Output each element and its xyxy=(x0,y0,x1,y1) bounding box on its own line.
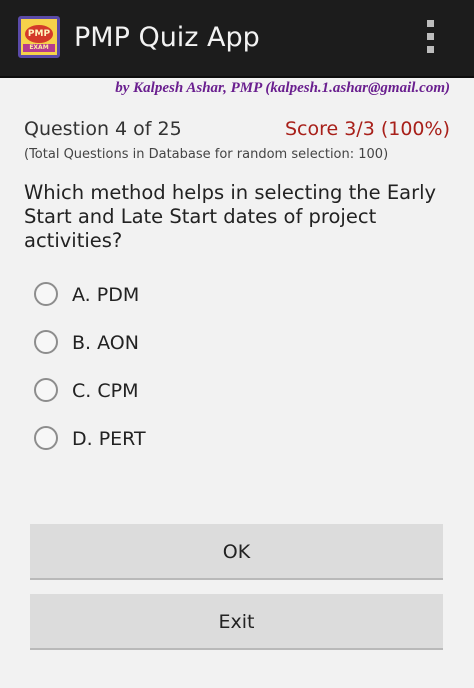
answer-options: A. PDM B. AON C. CPM D. PERT xyxy=(34,278,434,470)
option-a[interactable]: A. PDM xyxy=(34,278,434,326)
radio-button-icon[interactable] xyxy=(34,330,58,354)
overflow-menu-icon[interactable] xyxy=(416,14,446,60)
option-label[interactable]: C. CPM xyxy=(72,378,138,404)
question-text: Which method helps in selecting the Earl… xyxy=(24,181,437,252)
option-label[interactable]: A. PDM xyxy=(72,282,139,308)
pmp-exam-logo-icon[interactable]: PMP EXAM xyxy=(18,16,60,58)
option-label[interactable]: B. AON xyxy=(72,330,139,356)
option-b[interactable]: B. AON xyxy=(34,326,434,374)
option-label[interactable]: D. PERT xyxy=(72,426,146,452)
score-display: Score 3/3 (100%) xyxy=(284,118,450,140)
database-note: (Total Questions in Database for random … xyxy=(24,147,389,162)
radio-button-icon[interactable] xyxy=(34,378,58,402)
radio-button-icon[interactable] xyxy=(34,426,58,450)
exit-button[interactable]: Exit xyxy=(30,594,443,650)
radio-button-icon[interactable] xyxy=(34,282,58,306)
ok-button[interactable]: OK xyxy=(30,524,443,580)
action-bar: PMP EXAM PMP Quiz App xyxy=(0,0,474,78)
option-c[interactable]: C. CPM xyxy=(34,374,434,422)
app-title: PMP Quiz App xyxy=(74,22,260,53)
author-credit: by Kalpesh Ashar, PMP (kalpesh.1.ashar@g… xyxy=(115,80,450,96)
option-d[interactable]: D. PERT xyxy=(34,422,434,470)
question-counter: Question 4 of 25 xyxy=(24,118,182,140)
